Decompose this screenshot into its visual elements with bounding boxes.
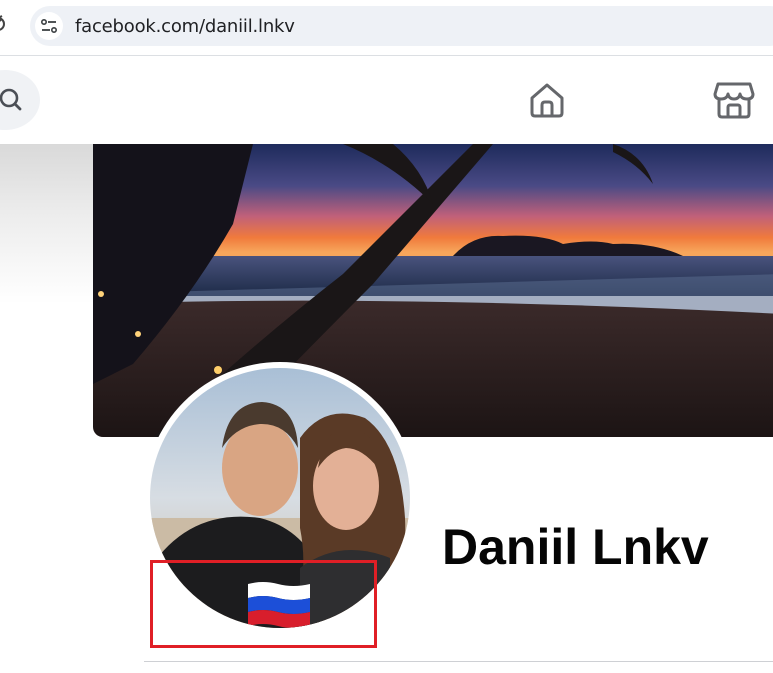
site-info-icon[interactable] <box>35 12 63 40</box>
facebook-header <box>0 56 773 144</box>
home-icon[interactable] <box>527 80 567 120</box>
profile-name: Daniil Lnkv <box>442 519 709 575</box>
browser-toolbar: facebook.com/daniil.lnkv <box>0 0 773 56</box>
url-text[interactable]: facebook.com/daniil.lnkv <box>75 16 295 37</box>
reload-icon[interactable] <box>0 12 11 36</box>
annotation-highlight-box <box>150 560 377 648</box>
divider <box>144 661 773 662</box>
left-gutter-shadow <box>0 144 93 304</box>
address-bar[interactable]: facebook.com/daniil.lnkv <box>30 6 773 46</box>
search-icon <box>0 88 22 111</box>
marketplace-icon[interactable] <box>713 80 755 120</box>
search-button[interactable] <box>0 70 40 130</box>
